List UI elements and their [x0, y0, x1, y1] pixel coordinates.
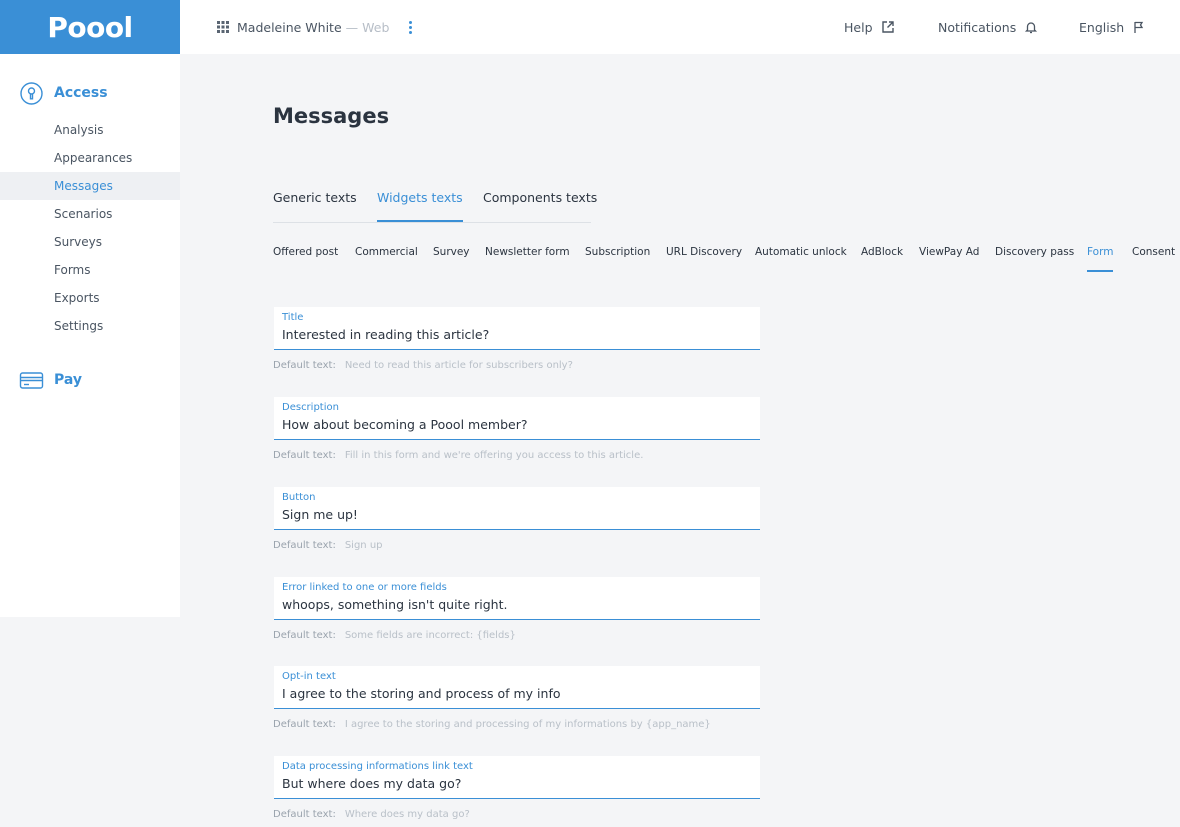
default-text-label: Default text:: [273, 540, 336, 551]
main-tabs: Generic texts Widgets texts Components t…: [273, 186, 597, 223]
opt-in-text-field[interactable]: Opt-in text I agree to the storing and p…: [274, 666, 760, 709]
default-text-value: Where does my data go?: [344, 809, 470, 820]
field-value[interactable]: Sign me up!: [282, 507, 358, 522]
account-separator: —: [345, 19, 359, 35]
language-label: English: [1079, 19, 1125, 35]
sidebar-section-access[interactable]: Access: [0, 73, 180, 113]
logo-text: Poool: [47, 10, 133, 44]
default-text-label: Default text:: [273, 809, 336, 820]
field-value[interactable]: I agree to the storing and process of my…: [282, 686, 561, 701]
default-text-row: Default text: Some fields are incorrect: …: [273, 630, 516, 641]
sidebar-item-scenarios[interactable]: Scenarios: [0, 200, 180, 228]
subtab-form[interactable]: Form: [1087, 246, 1114, 272]
field-label: Description: [282, 402, 339, 413]
error-text-field[interactable]: Error linked to one or more fields whoop…: [274, 577, 760, 620]
default-text-value: I agree to the storing and processing of…: [344, 719, 711, 730]
subtab-commercial[interactable]: Commercial: [355, 246, 418, 272]
description-field[interactable]: Description How about becoming a Poool m…: [274, 397, 760, 440]
sidebar-section-pay[interactable]: Pay: [0, 360, 180, 400]
subtab-url-discovery[interactable]: URL Discovery: [666, 246, 742, 272]
default-text-label: Default text:: [273, 719, 336, 730]
sidebar-item-exports[interactable]: Exports: [0, 284, 180, 312]
title-field[interactable]: Title Interested in reading this article…: [274, 307, 760, 350]
subtab-discovery-pass[interactable]: Discovery pass: [995, 246, 1074, 272]
subtab-offered-post[interactable]: Offered post: [273, 246, 338, 272]
subtab-viewpay-ad[interactable]: ViewPay Ad: [919, 246, 979, 272]
field-label: Opt-in text: [282, 671, 336, 682]
default-text-label: Default text:: [273, 630, 336, 641]
default-text-value: Fill in this form and we're offering you…: [344, 450, 644, 461]
subtab-adblock[interactable]: AdBlock: [861, 246, 903, 272]
field-label: Error linked to one or more fields: [282, 582, 447, 593]
data-processing-link-field[interactable]: Data processing informations link text B…: [274, 756, 760, 799]
page-title: Messages: [273, 104, 390, 128]
default-text-row: Default text: Need to read this article f…: [273, 360, 573, 371]
field-value[interactable]: How about becoming a Poool member?: [282, 417, 527, 432]
sidebar-item-messages[interactable]: Messages: [0, 172, 180, 200]
account-site: Web: [362, 19, 390, 35]
widget-subtabs: Offered post Commercial Survey Newslette…: [273, 246, 1180, 274]
tab-generic-texts[interactable]: Generic texts: [273, 190, 357, 222]
sidebar-item-surveys[interactable]: Surveys: [0, 228, 180, 256]
field-label: Title: [282, 312, 304, 323]
default-text-row: Default text: Fill in this form and we're…: [273, 450, 643, 461]
bell-icon: [1024, 20, 1038, 34]
subtab-consent[interactable]: Consent: [1132, 246, 1175, 272]
help-label: Help: [844, 19, 873, 35]
flag-icon: [1132, 20, 1146, 34]
sidebar-item-analysis[interactable]: Analysis: [0, 116, 180, 144]
field-value[interactable]: Interested in reading this article?: [282, 327, 489, 342]
keyhole-icon: [19, 81, 44, 106]
sidebar-item-settings[interactable]: Settings: [0, 312, 180, 340]
apps-grid-icon: [216, 20, 230, 34]
subtab-automatic-unlock[interactable]: Automatic unlock: [755, 246, 847, 272]
field-label: Data processing informations link text: [282, 761, 473, 772]
language-selector[interactable]: English: [1079, 0, 1146, 54]
field-value[interactable]: whoops, something isn't quite right.: [282, 597, 507, 612]
sidebar-item-forms[interactable]: Forms: [0, 256, 180, 284]
field-value[interactable]: But where does my data go?: [282, 776, 461, 791]
default-text-label: Default text:: [273, 360, 336, 371]
external-link-icon: [881, 20, 895, 34]
sidebar: Access Analysis Appearances Messages Sce…: [0, 54, 180, 617]
subtab-survey[interactable]: Survey: [433, 246, 470, 272]
sidebar-section-label: Access: [54, 85, 108, 101]
default-text-value: Need to read this article for subscriber…: [344, 360, 573, 371]
default-text-value: Sign up: [344, 540, 383, 551]
account-name: Madeleine White: [237, 19, 342, 35]
more-options-icon[interactable]: [404, 18, 416, 36]
sidebar-section-label: Pay: [54, 372, 83, 388]
notifications-label: Notifications: [938, 19, 1017, 35]
field-label: Button: [282, 492, 316, 503]
subtab-subscription[interactable]: Subscription: [585, 246, 650, 272]
tab-widgets-texts[interactable]: Widgets texts: [377, 190, 463, 222]
top-bar: Poool Madeleine White — Web Help Notific…: [0, 0, 1180, 54]
default-text-row: Default text: Where does my data go?: [273, 809, 470, 820]
default-text-row: Default text: Sign up: [273, 540, 383, 551]
logo[interactable]: Poool: [0, 0, 180, 54]
button-text-field[interactable]: Button Sign me up!: [274, 487, 760, 530]
default-text-label: Default text:: [273, 450, 336, 461]
default-text-row: Default text: I agree to the storing and …: [273, 719, 711, 730]
help-link[interactable]: Help: [844, 0, 895, 54]
credit-card-icon: [19, 368, 44, 393]
notifications-button[interactable]: Notifications: [938, 0, 1038, 54]
account-switcher[interactable]: Madeleine White — Web: [216, 0, 389, 54]
tab-components-texts[interactable]: Components texts: [483, 190, 597, 222]
sidebar-item-appearances[interactable]: Appearances: [0, 144, 180, 172]
default-text-value: Some fields are incorrect: {fields}: [344, 630, 516, 641]
subtab-newsletter-form[interactable]: Newsletter form: [485, 246, 570, 272]
